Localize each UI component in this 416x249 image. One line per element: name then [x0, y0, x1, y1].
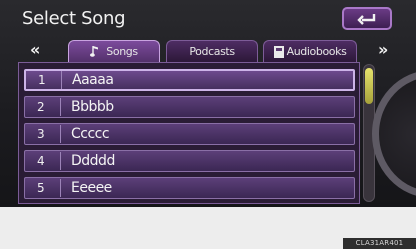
- return-arrow-icon: [357, 13, 376, 25]
- song-row-1[interactable]: 1 Aaaaa: [24, 69, 355, 91]
- tab-podcasts-label: Podcasts: [189, 45, 235, 58]
- row-divider: [61, 71, 62, 89]
- back-button[interactable]: [342, 7, 392, 30]
- tab-audiobooks-label: Audiobooks: [286, 45, 347, 58]
- previous-tab-button[interactable]: «: [30, 40, 40, 59]
- song-title: Aaaaa: [72, 72, 114, 88]
- next-tab-button[interactable]: »: [378, 40, 388, 59]
- song-title: Eeeee: [71, 180, 112, 196]
- song-row-4[interactable]: 4 Ddddd: [24, 150, 355, 172]
- row-divider: [60, 98, 61, 116]
- tab-songs[interactable]: Songs: [68, 40, 160, 62]
- tab-audiobooks[interactable]: Audiobooks: [263, 40, 357, 62]
- page-title: Select Song: [22, 8, 126, 29]
- tab-podcasts[interactable]: Podcasts: [166, 40, 258, 62]
- song-title: Bbbbb: [71, 99, 114, 115]
- song-row-3[interactable]: 3 Ccccc: [24, 123, 355, 145]
- song-number: 4: [37, 154, 45, 168]
- row-divider: [60, 179, 61, 197]
- row-divider: [60, 125, 61, 143]
- tab-songs-label: Songs: [106, 45, 138, 58]
- song-title: Ddddd: [71, 153, 115, 169]
- scrollbar-thumb[interactable]: [365, 68, 373, 104]
- song-row-5[interactable]: 5 Eeeee: [24, 177, 355, 199]
- song-number: 2: [37, 100, 45, 114]
- song-list: 1 Aaaaa 2 Bbbbb 3 Ccccc 4 Ddddd 5 Eeeee: [18, 62, 360, 204]
- song-number: 3: [37, 127, 45, 141]
- song-row-2[interactable]: 2 Bbbbb: [24, 96, 355, 118]
- song-title: Ccccc: [71, 126, 110, 142]
- scroll-dial[interactable]: [372, 70, 416, 198]
- figure-code: CLA31AR401: [343, 238, 416, 249]
- row-divider: [60, 152, 61, 170]
- music-note-icon: [90, 45, 100, 58]
- book-icon: [273, 45, 284, 58]
- song-number: 5: [37, 181, 45, 195]
- song-select-screen: Select Song « Songs Podcasts Audiobooks: [0, 0, 416, 207]
- song-number: 1: [38, 73, 46, 87]
